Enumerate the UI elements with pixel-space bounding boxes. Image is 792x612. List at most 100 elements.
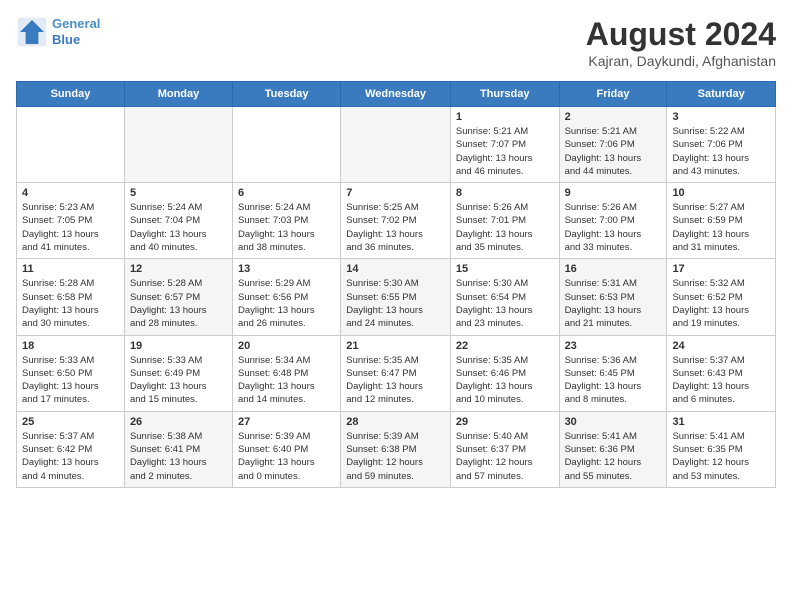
page-header: General Blue August 2024 Kajran, Daykund… [16, 16, 776, 69]
day-info: Sunrise: 5:35 AM Sunset: 6:46 PM Dayligh… [456, 354, 554, 407]
day-info: Sunrise: 5:41 AM Sunset: 6:35 PM Dayligh… [672, 430, 770, 483]
day-info: Sunrise: 5:27 AM Sunset: 6:59 PM Dayligh… [672, 201, 770, 254]
day-number: 31 [672, 416, 770, 428]
day-info: Sunrise: 5:23 AM Sunset: 7:05 PM Dayligh… [22, 201, 119, 254]
day-number: 27 [238, 416, 335, 428]
day-info: Sunrise: 5:28 AM Sunset: 6:57 PM Dayligh… [130, 277, 227, 330]
calendar-cell: 20 Sunrise: 5:34 AM Sunset: 6:48 PM Dayli… [233, 335, 341, 411]
day-info: Sunrise: 5:22 AM Sunset: 7:06 PM Dayligh… [672, 125, 770, 178]
day-header-monday: Monday [124, 82, 232, 107]
day-info: Sunrise: 5:40 AM Sunset: 6:37 PM Dayligh… [456, 430, 554, 483]
logo-text: General Blue [52, 16, 100, 47]
calendar-cell: 24 Sunrise: 5:37 AM Sunset: 6:43 PM Dayli… [667, 335, 776, 411]
logo-icon [16, 16, 48, 48]
day-info: Sunrise: 5:25 AM Sunset: 7:02 PM Dayligh… [346, 201, 445, 254]
calendar-cell: 26 Sunrise: 5:38 AM Sunset: 6:41 PM Dayli… [124, 411, 232, 487]
logo: General Blue [16, 16, 100, 48]
calendar-cell: 9 Sunrise: 5:26 AM Sunset: 7:00 PM Daylig… [559, 183, 667, 259]
day-info: Sunrise: 5:26 AM Sunset: 7:01 PM Dayligh… [456, 201, 554, 254]
title-block: August 2024 Kajran, Daykundi, Afghanista… [586, 16, 776, 69]
calendar-cell [233, 107, 341, 183]
calendar-cell [341, 107, 451, 183]
day-number: 29 [456, 416, 554, 428]
day-number: 22 [456, 340, 554, 352]
calendar-cell: 14 Sunrise: 5:30 AM Sunset: 6:55 PM Dayli… [341, 259, 451, 335]
day-info: Sunrise: 5:32 AM Sunset: 6:52 PM Dayligh… [672, 277, 770, 330]
day-number: 1 [456, 111, 554, 123]
day-number: 24 [672, 340, 770, 352]
day-info: Sunrise: 5:21 AM Sunset: 7:07 PM Dayligh… [456, 125, 554, 178]
day-info: Sunrise: 5:39 AM Sunset: 6:38 PM Dayligh… [346, 430, 445, 483]
day-number: 20 [238, 340, 335, 352]
day-info: Sunrise: 5:24 AM Sunset: 7:04 PM Dayligh… [130, 201, 227, 254]
day-info: Sunrise: 5:37 AM Sunset: 6:42 PM Dayligh… [22, 430, 119, 483]
calendar-cell: 16Sunrise: 5:31 AM Sunset: 6:53 PM Dayli… [559, 259, 667, 335]
day-info: Sunrise: 5:33 AM Sunset: 6:50 PM Dayligh… [22, 354, 119, 407]
calendar-cell: 12 Sunrise: 5:28 AM Sunset: 6:57 PM Dayli… [124, 259, 232, 335]
day-info: Sunrise: 5:26 AM Sunset: 7:00 PM Dayligh… [565, 201, 662, 254]
calendar-cell: 19 Sunrise: 5:33 AM Sunset: 6:49 PM Dayli… [124, 335, 232, 411]
day-info: Sunrise: 5:36 AM Sunset: 6:45 PM Dayligh… [565, 354, 662, 407]
calendar-cell: 18 Sunrise: 5:33 AM Sunset: 6:50 PM Dayli… [17, 335, 125, 411]
week-row-4: 18 Sunrise: 5:33 AM Sunset: 6:50 PM Dayli… [17, 335, 776, 411]
day-number: 6 [238, 187, 335, 199]
month-year: August 2024 [586, 16, 776, 53]
calendar-cell: 2 Sunrise: 5:21 AM Sunset: 7:06 PM Daylig… [559, 107, 667, 183]
day-header-saturday: Saturday [667, 82, 776, 107]
day-number: 4 [22, 187, 119, 199]
day-number: 5 [130, 187, 227, 199]
day-info: Sunrise: 5:30 AM Sunset: 6:55 PM Dayligh… [346, 277, 445, 330]
calendar-cell: 15 Sunrise: 5:30 AM Sunset: 6:54 PM Dayli… [450, 259, 559, 335]
calendar-cell: 30 Sunrise: 5:41 AM Sunset: 6:36 PM Dayli… [559, 411, 667, 487]
location: Kajran, Daykundi, Afghanistan [586, 53, 776, 69]
day-number: 12 [130, 263, 227, 275]
day-info: Sunrise: 5:21 AM Sunset: 7:06 PM Dayligh… [565, 125, 662, 178]
calendar-cell: 13 Sunrise: 5:29 AM Sunset: 6:56 PM Dayli… [233, 259, 341, 335]
calendar-cell [124, 107, 232, 183]
calendar-cell: 17Sunrise: 5:32 AM Sunset: 6:52 PM Dayli… [667, 259, 776, 335]
day-number: 25 [22, 416, 119, 428]
day-number: 23 [565, 340, 662, 352]
day-header-sunday: Sunday [17, 82, 125, 107]
calendar-cell: 1 Sunrise: 5:21 AM Sunset: 7:07 PM Daylig… [450, 107, 559, 183]
calendar-cell: 4 Sunrise: 5:23 AM Sunset: 7:05 PM Daylig… [17, 183, 125, 259]
calendar-cell: 6Sunrise: 5:24 AM Sunset: 7:03 PM Daylig… [233, 183, 341, 259]
day-number: 2 [565, 111, 662, 123]
day-number: 8 [456, 187, 554, 199]
day-number: 19 [130, 340, 227, 352]
calendar-cell: 7 Sunrise: 5:25 AM Sunset: 7:02 PM Daylig… [341, 183, 451, 259]
day-info: Sunrise: 5:33 AM Sunset: 6:49 PM Dayligh… [130, 354, 227, 407]
day-header-wednesday: Wednesday [341, 82, 451, 107]
day-info: Sunrise: 5:34 AM Sunset: 6:48 PM Dayligh… [238, 354, 335, 407]
week-row-3: 11 Sunrise: 5:28 AM Sunset: 6:58 PM Dayli… [17, 259, 776, 335]
day-number: 28 [346, 416, 445, 428]
day-number: 10 [672, 187, 770, 199]
day-header-friday: Friday [559, 82, 667, 107]
day-number: 26 [130, 416, 227, 428]
logo-line2: Blue [52, 32, 80, 47]
day-info: Sunrise: 5:41 AM Sunset: 6:36 PM Dayligh… [565, 430, 662, 483]
calendar-cell: 22 Sunrise: 5:35 AM Sunset: 6:46 PM Dayli… [450, 335, 559, 411]
calendar-cell [17, 107, 125, 183]
day-info: Sunrise: 5:37 AM Sunset: 6:43 PM Dayligh… [672, 354, 770, 407]
day-number: 11 [22, 263, 119, 275]
day-number: 14 [346, 263, 445, 275]
day-info: Sunrise: 5:35 AM Sunset: 6:47 PM Dayligh… [346, 354, 445, 407]
day-number: 7 [346, 187, 445, 199]
day-number: 18 [22, 340, 119, 352]
day-number: 30 [565, 416, 662, 428]
day-number: 9 [565, 187, 662, 199]
calendar-cell: 29 Sunrise: 5:40 AM Sunset: 6:37 PM Dayli… [450, 411, 559, 487]
week-row-2: 4 Sunrise: 5:23 AM Sunset: 7:05 PM Daylig… [17, 183, 776, 259]
calendar-cell: 8 Sunrise: 5:26 AM Sunset: 7:01 PM Daylig… [450, 183, 559, 259]
calendar-cell: 3 Sunrise: 5:22 AM Sunset: 7:06 PM Daylig… [667, 107, 776, 183]
calendar-cell: 10 Sunrise: 5:27 AM Sunset: 6:59 PM Dayli… [667, 183, 776, 259]
day-info: Sunrise: 5:38 AM Sunset: 6:41 PM Dayligh… [130, 430, 227, 483]
day-info: Sunrise: 5:31 AM Sunset: 6:53 PM Dayligh… [565, 277, 662, 330]
day-info: Sunrise: 5:28 AM Sunset: 6:58 PM Dayligh… [22, 277, 119, 330]
day-number: 3 [672, 111, 770, 123]
day-number: 13 [238, 263, 335, 275]
day-info: Sunrise: 5:29 AM Sunset: 6:56 PM Dayligh… [238, 277, 335, 330]
day-info: Sunrise: 5:30 AM Sunset: 6:54 PM Dayligh… [456, 277, 554, 330]
day-number: 15 [456, 263, 554, 275]
